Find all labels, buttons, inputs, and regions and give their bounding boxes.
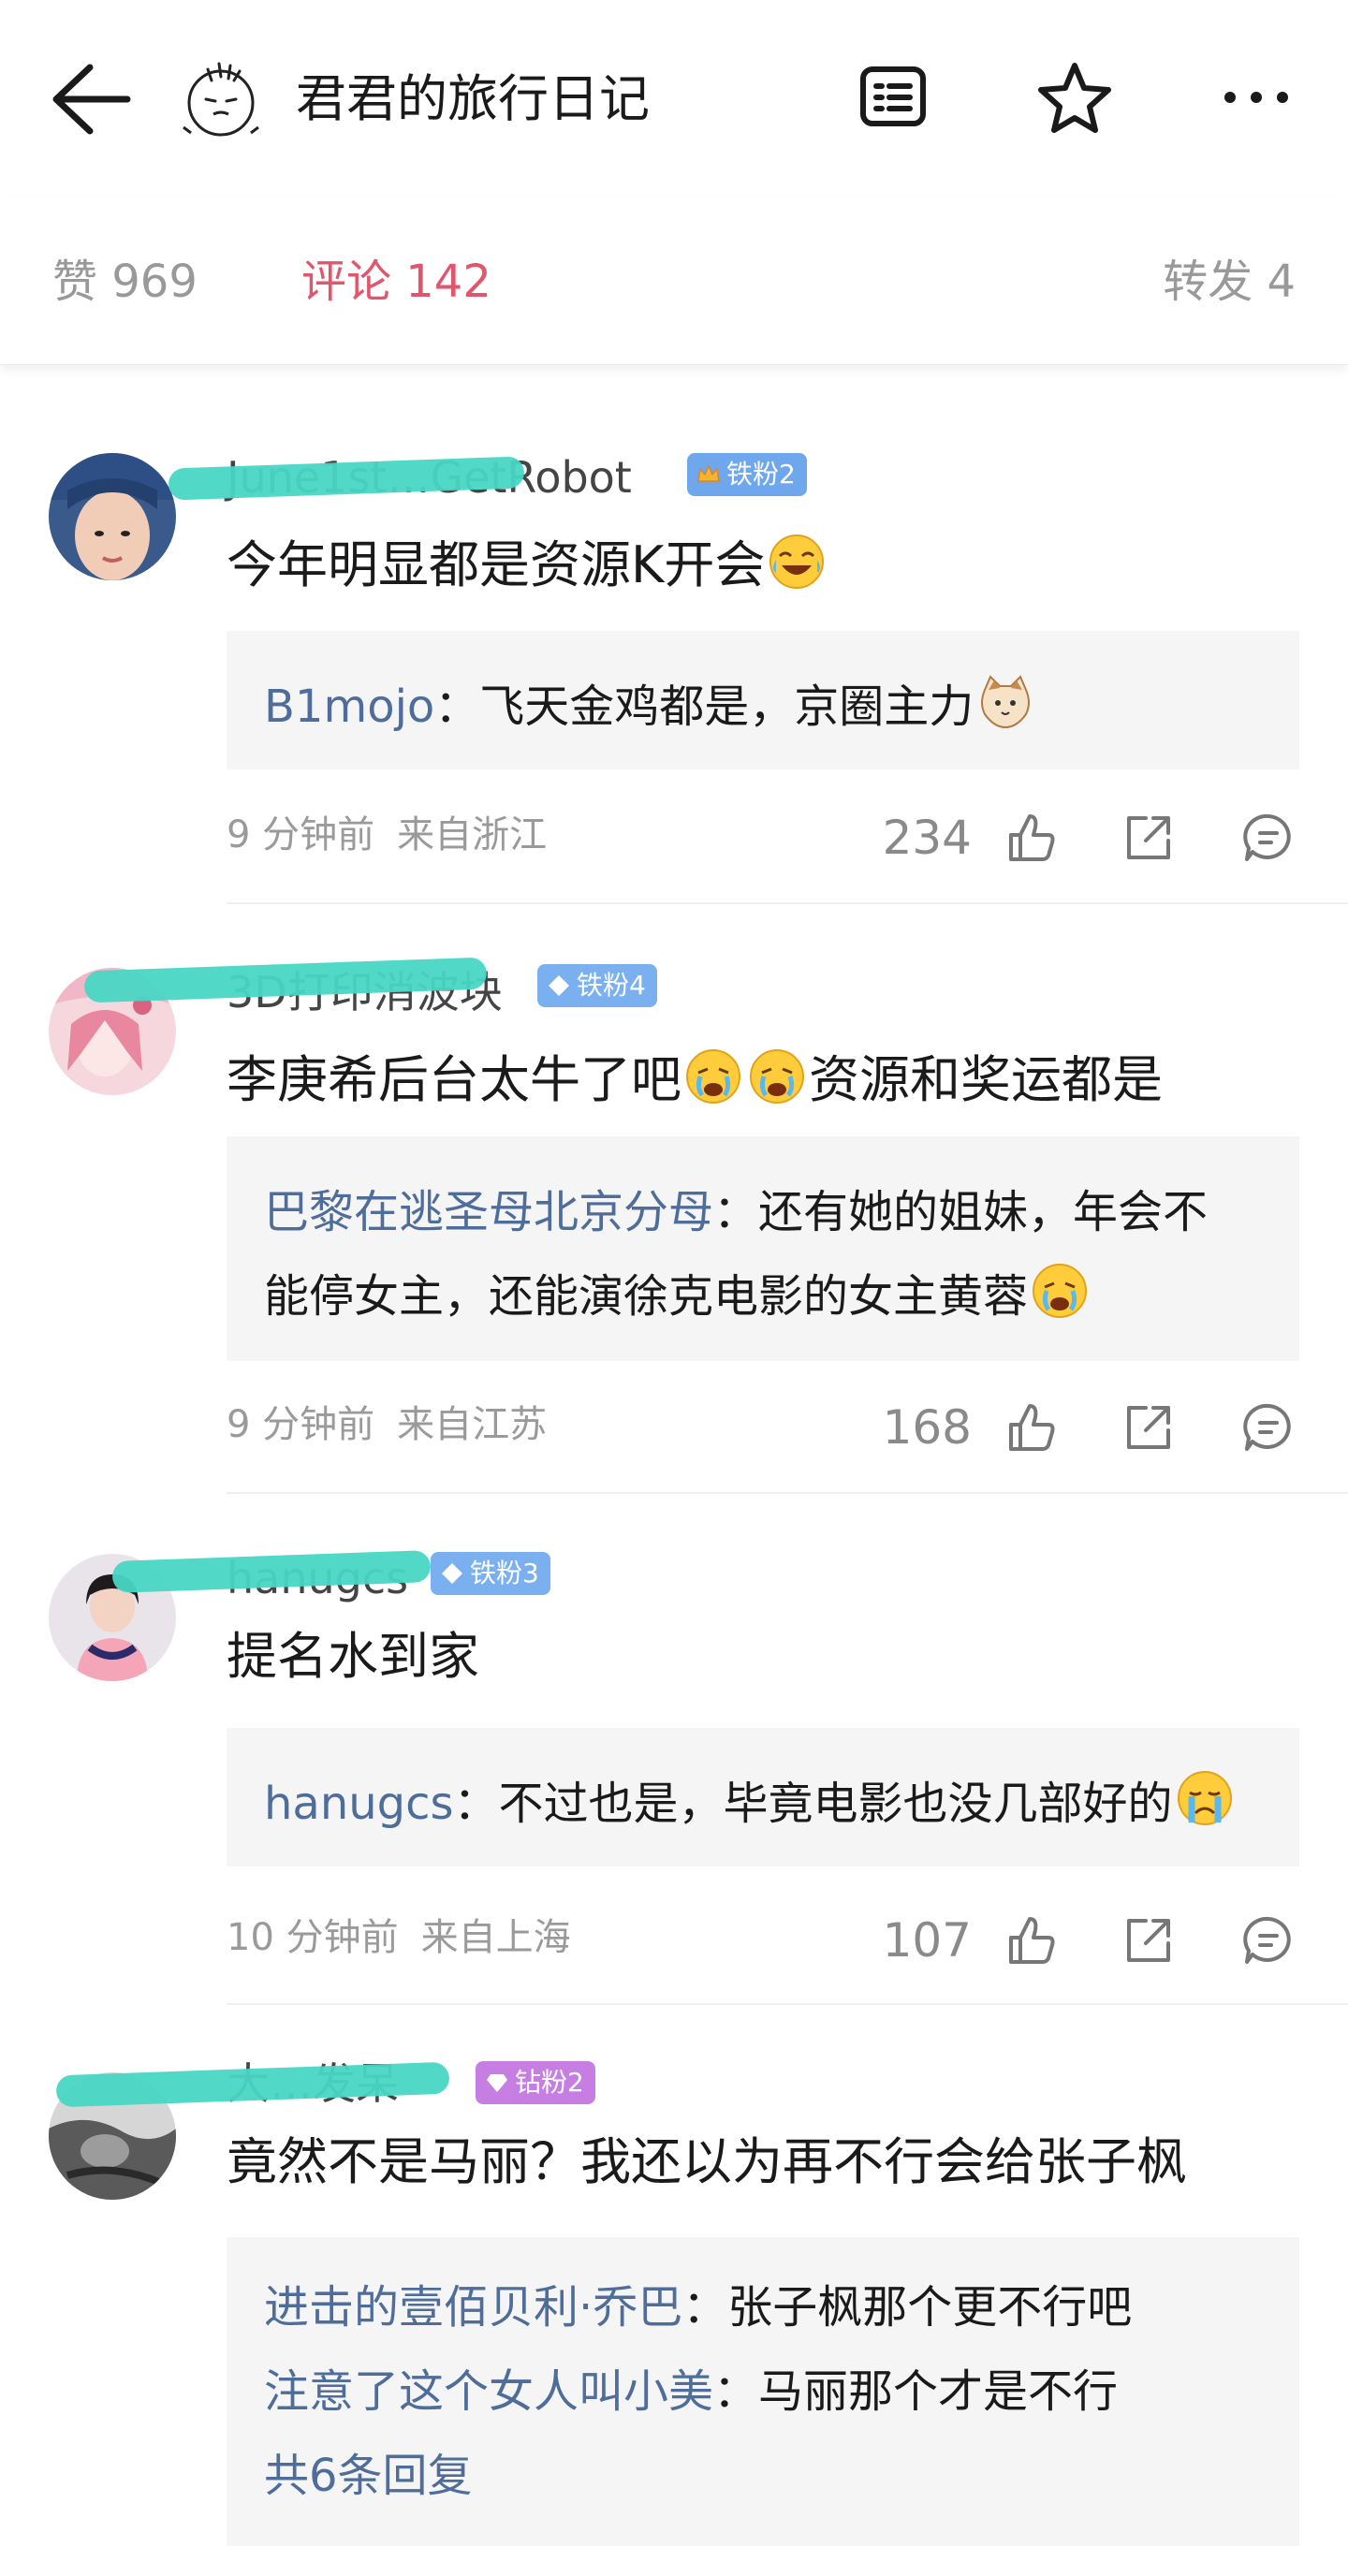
like-count: 168 [882, 1400, 972, 1455]
tab-reposts[interactable]: 转发 4 [1163, 251, 1296, 313]
top-bar: 君君的旅行日记 [0, 0, 1348, 197]
reply-text: ：还有她的姐妹，年会不 [713, 1186, 1209, 1238]
comment-text: 李庚希后台太牛了吧 资源和奖运都是 [227, 1043, 1163, 1118]
star-icon[interactable] [1035, 58, 1114, 137]
share-icon[interactable] [1120, 809, 1178, 867]
badge-label: 钻粉2 [515, 2067, 584, 2098]
crying-emoji-icon [686, 1049, 740, 1104]
cat-emoji-icon [981, 675, 1031, 729]
reply-line: 进击的壹佰贝利·乔巴：张子枫那个更不行吧 [264, 2265, 1262, 2349]
gem-icon [487, 2074, 507, 2092]
comment-meta: 9 分钟前 来自浙江 [227, 809, 547, 861]
diamond-icon [442, 1563, 462, 1584]
badge-label: 铁粉4 [577, 970, 646, 1001]
view-all-replies-link[interactable]: 共6条回复 [264, 2434, 1262, 2518]
reply-box[interactable]: 进击的壹佰贝利·乔巴：张子枫那个更不行吧 注意了这个女人叫小美：马丽那个才是不行… [227, 2237, 1299, 2546]
tab-likes[interactable]: 赞 969 [52, 251, 198, 313]
comment-time: 10 分钟前 [227, 1916, 399, 1959]
profile-avatar-icon[interactable] [178, 52, 264, 142]
comment-location: 来自上海 [420, 1916, 571, 1959]
reply-line: 能停女主，还能演徐克电影的女主黄蓉 [264, 1254, 1262, 1339]
crying-emoji-icon [750, 1049, 804, 1104]
reply-line: hanugcs：不过也是，毕竟电影也没几部好的 [264, 1762, 1262, 1846]
reply-text: ：马丽那个才是不行 [713, 2365, 1119, 2418]
diamond-icon [549, 975, 569, 996]
reply-box[interactable]: B1mojo：飞天金鸡都是，京圈主力 [227, 631, 1299, 769]
like-icon[interactable] [1002, 1398, 1060, 1456]
comment-meta: 10 分钟前 来自上海 [227, 1911, 571, 1964]
reply-text: ：飞天金鸡都是，京圈主力 [434, 681, 974, 733]
divider [227, 2003, 1348, 2005]
comment-actions: 107 [880, 1908, 1301, 1973]
interaction-tabs: 赞 969 评论 142 转发 4 [0, 197, 1348, 365]
share-icon[interactable] [1120, 1398, 1178, 1456]
laugh-cry-emoji-icon [769, 534, 825, 589]
comment-location: 来自江苏 [397, 1403, 548, 1446]
like-icon[interactable] [1002, 1911, 1060, 1969]
fan-badge[interactable]: 铁粉3 [431, 1552, 550, 1595]
list-icon[interactable] [854, 58, 932, 137]
comment-location: 来自浙江 [397, 813, 548, 856]
comment-text: 提名水到家 [227, 1627, 479, 1686]
share-icon[interactable] [1120, 1911, 1178, 1969]
fan-badge[interactable]: 铁粉4 [537, 964, 657, 1007]
reply-text: ：张子枫那个更不行吧 [682, 2281, 1133, 2334]
reply-box[interactable]: 巴黎在逃圣母北京分母：还有她的姐妹，年会不 能停女主，还能演徐克电影的女主黄蓉 [227, 1136, 1299, 1361]
crown-icon [697, 464, 720, 482]
divider [227, 902, 1348, 904]
reply-username[interactable]: 进击的壹佰贝利·乔巴 [264, 2281, 682, 2334]
reply-username[interactable]: 巴黎在逃圣母北京分母 [264, 1186, 713, 1238]
comment-text: 今年明显都是资源K开会 [227, 528, 828, 603]
badge-label: 铁粉3 [470, 1558, 539, 1588]
comment-actions: 168 [880, 1395, 1301, 1460]
comment-time: 9 分钟前 [227, 1403, 375, 1446]
back-arrow-icon[interactable] [49, 60, 133, 139]
reply-username[interactable]: 注意了这个女人叫小美 [264, 2365, 713, 2418]
reply-line: 巴黎在逃圣母北京分母：还有她的姐妹，年会不 [264, 1170, 1262, 1254]
sob-emoji-icon [1177, 1771, 1232, 1825]
fan-badge[interactable]: 铁粉2 [687, 453, 807, 496]
reply-line: 注意了这个女人叫小美：马丽那个才是不行 [264, 2349, 1262, 2434]
comment-actions: 234 [880, 805, 1301, 871]
like-icon[interactable] [1002, 809, 1060, 867]
reply-text: 能停女主，还能演徐克电影的女主黄蓉 [264, 1270, 1029, 1323]
fan-badge[interactable]: 钻粉2 [476, 2061, 595, 2104]
reply-username[interactable]: B1mojo [264, 681, 434, 733]
comment-meta: 9 分钟前 来自江苏 [227, 1398, 547, 1451]
reply-icon[interactable] [1239, 809, 1297, 867]
page-title: 君君的旅行日记 [296, 69, 650, 128]
like-count: 234 [882, 811, 972, 865]
badge-label: 铁粉2 [726, 459, 796, 490]
tab-comments[interactable]: 评论 142 [301, 251, 491, 313]
divider [227, 1492, 1348, 1494]
reply-icon[interactable] [1239, 1398, 1297, 1456]
reply-icon[interactable] [1239, 1911, 1297, 1969]
comment-time: 9 分钟前 [227, 813, 375, 856]
more-icon[interactable] [1217, 58, 1296, 137]
reply-box[interactable]: hanugcs：不过也是，毕竟电影也没几部好的 [227, 1728, 1299, 1866]
comment-text: 竟然不是马丽？我还以为再不行会给张子枫 [227, 2132, 1187, 2191]
avatar[interactable] [49, 453, 176, 580]
like-count: 107 [882, 1913, 972, 1968]
crying-emoji-icon [1033, 1264, 1088, 1318]
reply-username[interactable]: hanugcs [264, 1778, 454, 1830]
reply-text: ：不过也是，毕竟电影也没几部好的 [453, 1778, 1173, 1830]
reply-line: B1mojo：飞天金鸡都是，京圈主力 [264, 665, 1262, 749]
